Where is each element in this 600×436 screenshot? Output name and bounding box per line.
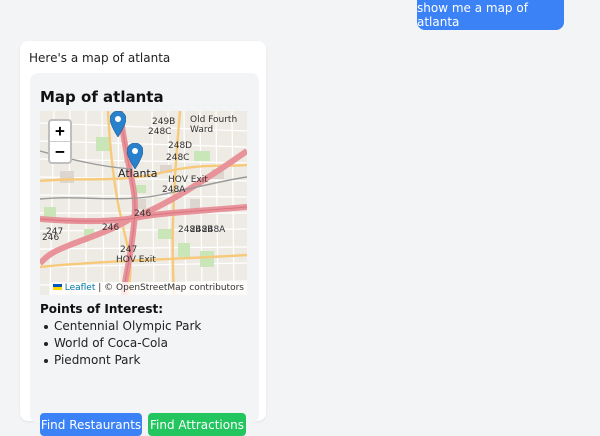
assistant-message: Here's a map of atlanta Map of atlanta 2… — [20, 41, 266, 436]
user-message-bubble: show me a map of atlanta — [417, 0, 564, 30]
map-card: Map of atlanta 249B 248C 248D 248A 248C … — [30, 73, 259, 436]
highway-label: 249B — [152, 117, 176, 127]
highway-label: 248A — [162, 185, 186, 195]
map-view[interactable]: 249B 248C 248D 248A 248C 246 248B 247 HO… — [40, 111, 247, 295]
highway-label: 248C — [148, 127, 172, 137]
location-marker-icon[interactable] — [127, 143, 143, 169]
poi-item: World of Coca-Cola — [40, 335, 201, 352]
poi-item: Piedmont Park — [40, 352, 201, 369]
ukraine-flag-icon — [52, 284, 62, 290]
osm-attribution[interactable]: © OpenStreetMap contributors — [104, 283, 244, 293]
highway-label: HOV Exit — [116, 255, 156, 265]
leaflet-link[interactable]: Leaflet — [65, 283, 96, 293]
user-message-text: show me a map of atlanta — [417, 1, 528, 29]
map-attribution: Leaflet | © OpenStreetMap contributors — [49, 282, 247, 295]
zoom-control: + − — [48, 119, 72, 164]
neighborhood-label: Old Fourth Ward — [190, 115, 238, 135]
map-title: Map of atlanta — [40, 88, 164, 106]
highway-label: 247 — [120, 245, 138, 255]
highway-label: 247 — [46, 227, 64, 237]
highway-label: 248C — [166, 153, 190, 163]
highway-label: 248D — [168, 141, 193, 151]
find-restaurants-button[interactable]: Find Restaurants — [40, 413, 142, 436]
poi-list: Centennial Olympic Park World of Coca-Co… — [40, 318, 201, 369]
poi-item: Centennial Olympic Park — [40, 318, 201, 335]
highway-label: HOV Exit — [168, 175, 208, 185]
highway-label: 246 — [102, 223, 120, 233]
find-attractions-button[interactable]: Find Attractions — [148, 413, 246, 436]
highway-label: 248A — [202, 225, 226, 235]
zoom-out-button[interactable]: − — [50, 141, 70, 162]
assistant-message-text: Here's a map of atlanta — [29, 51, 171, 65]
highway-label: 246 — [134, 209, 152, 219]
location-marker-icon[interactable] — [110, 111, 126, 137]
poi-heading: Points of Interest: — [40, 302, 164, 316]
zoom-in-button[interactable]: + — [50, 121, 70, 141]
attribution-separator: | — [95, 283, 105, 293]
